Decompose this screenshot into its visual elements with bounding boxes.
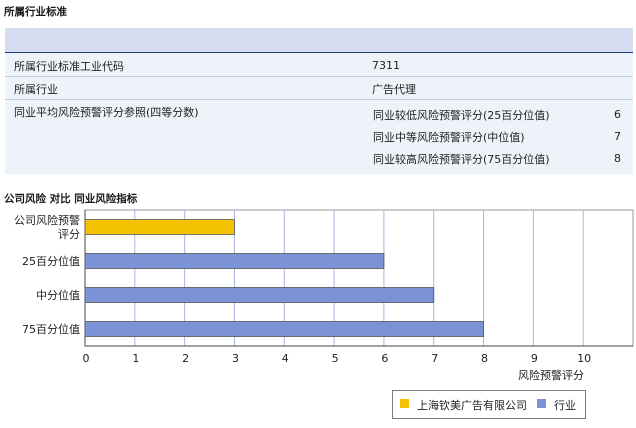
legend-label-company: 上海钦美广告有限公司 — [417, 399, 527, 412]
y-tick-label: 评分 — [58, 228, 80, 241]
legend-swatch-industry — [537, 399, 546, 408]
x-tick-label: 10 — [577, 352, 591, 365]
bar — [84, 321, 484, 337]
y-tick-label: 中分位值 — [36, 288, 80, 302]
bar — [84, 219, 235, 235]
x-tick-label: 5 — [332, 352, 339, 365]
legend-label-industry: 行业 — [554, 399, 576, 412]
x-axis-title: 风险预警评分 — [518, 368, 584, 382]
x-tick-label: 2 — [182, 352, 189, 365]
x-tick-label: 4 — [282, 352, 289, 365]
legend-swatch-company — [400, 399, 409, 408]
y-tick-label: 公司风险预警 — [14, 213, 80, 227]
x-tick-label: 9 — [531, 352, 538, 365]
y-tick-label: 25百分位值 — [22, 254, 80, 268]
bar — [84, 253, 385, 269]
x-tick-label: 1 — [132, 352, 139, 365]
x-tick-label: 8 — [481, 352, 488, 365]
x-tick-label: 7 — [431, 352, 438, 365]
risk-comparison-chart: 0 1 2 3 4 5 6 7 8 9 10 风险预警评分 公司风险预警评分 25百分位值中分位值 75百分… — [14, 209, 634, 382]
bar — [84, 287, 435, 303]
chart-legend: 上海钦美广告有限公司 行业 — [392, 390, 586, 419]
x-tick-label: 6 — [381, 352, 388, 365]
x-tick-label: 0 — [83, 352, 90, 365]
x-tick-label: 3 — [232, 352, 239, 365]
y-tick-label: 75百分位值 — [22, 322, 80, 336]
